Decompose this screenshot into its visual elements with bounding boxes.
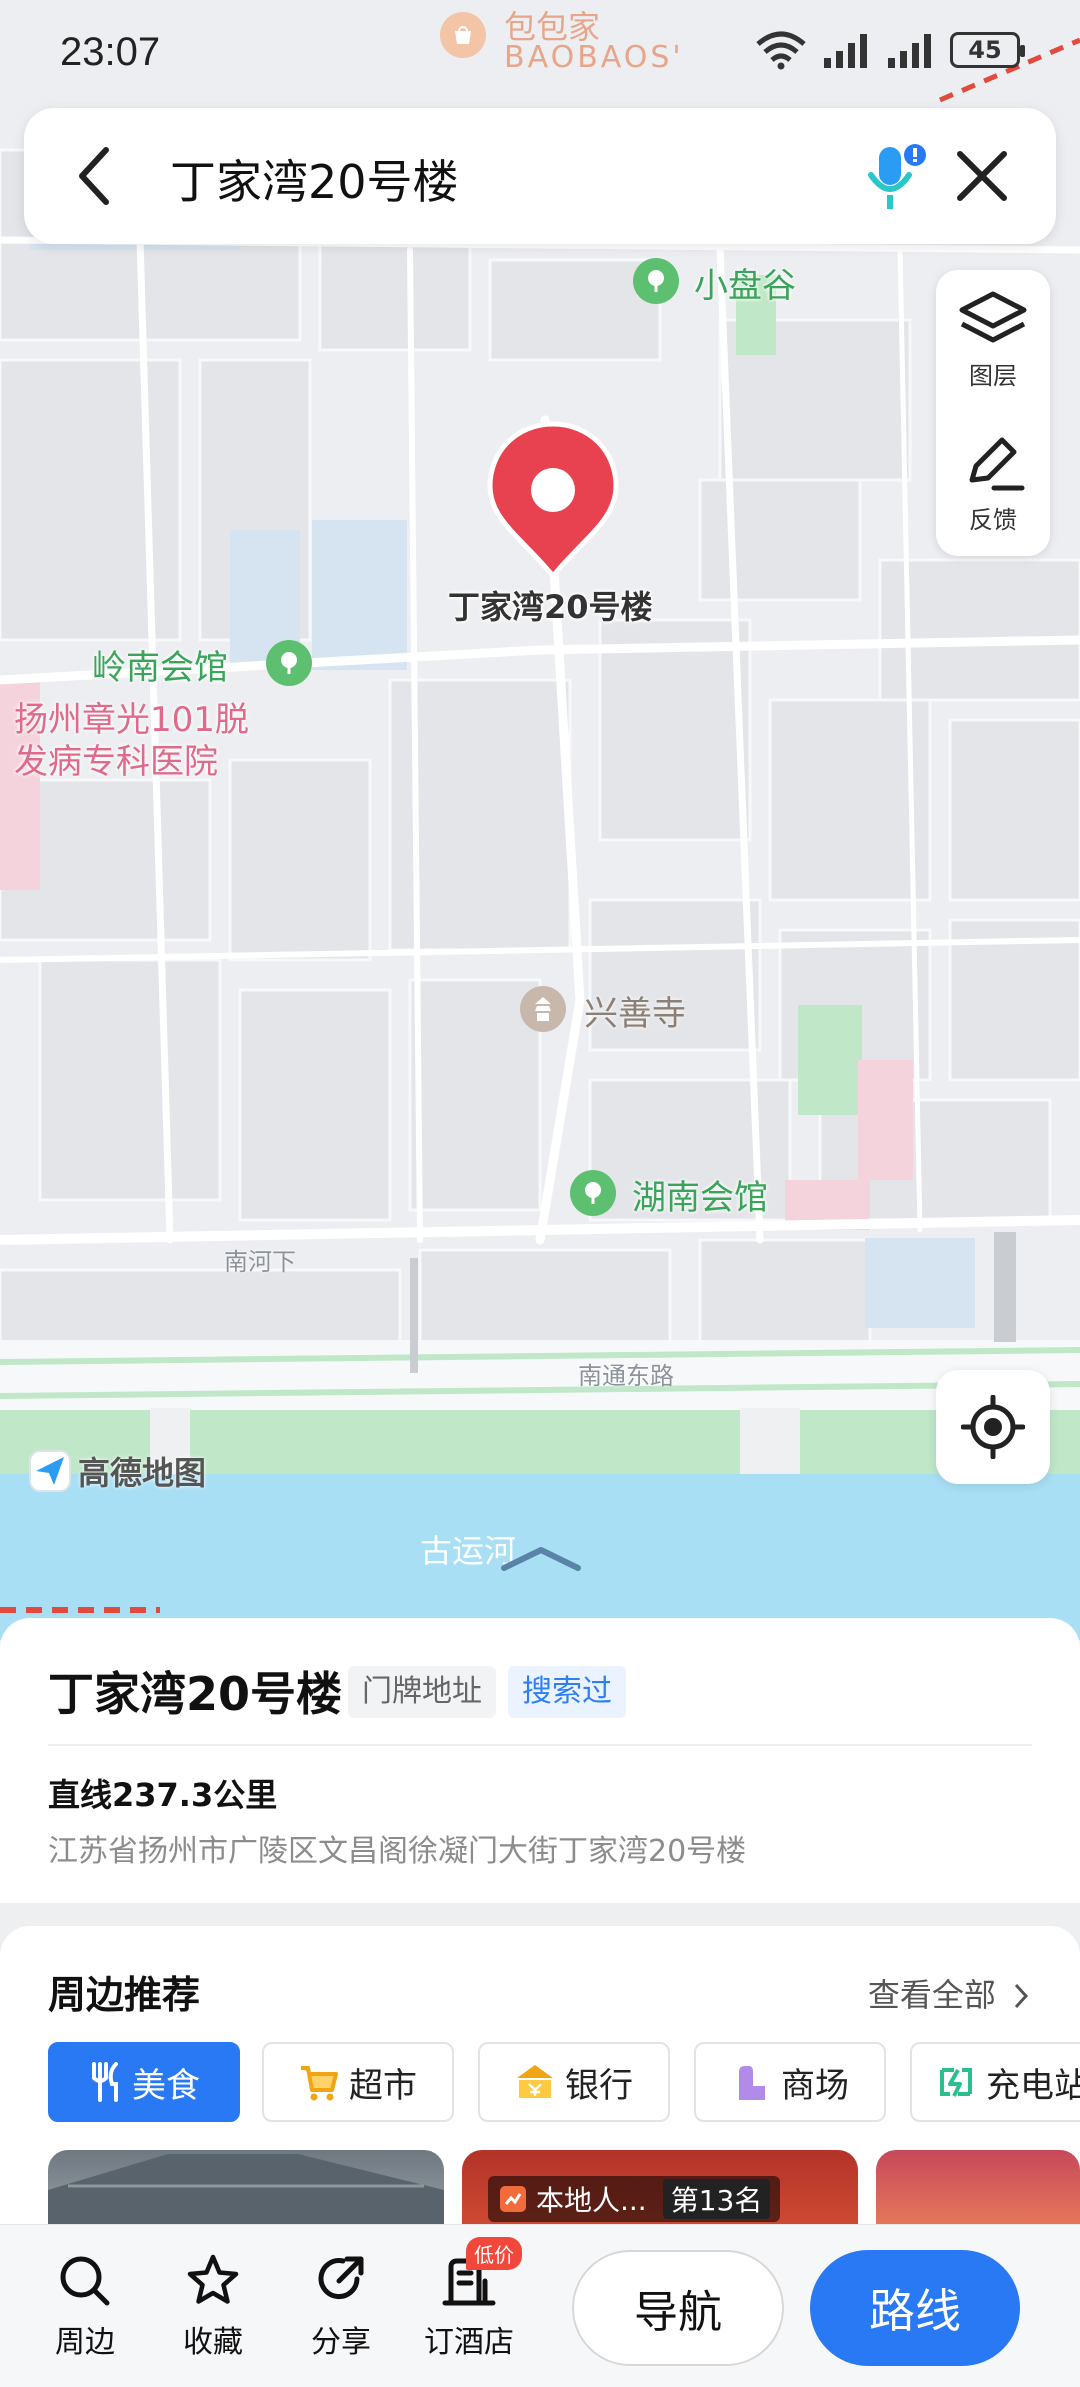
locate-crosshair-icon (961, 1395, 1025, 1459)
shopping-cart-icon (301, 2066, 338, 2101)
clear-search-button[interactable] (948, 142, 1016, 210)
see-all-link[interactable]: 查看全部 (868, 1970, 1030, 2016)
location-pin-icon[interactable] (486, 420, 620, 580)
nearby-label: 周边 (55, 2325, 115, 2360)
close-icon (957, 151, 1007, 201)
star-icon (187, 2254, 239, 2304)
fork-knife-icon (92, 2062, 118, 2102)
park-icon (570, 1170, 616, 1216)
search-icon (60, 2256, 110, 2306)
mall-icon (739, 2066, 765, 2100)
feedback-label: 反馈 (969, 506, 1017, 534)
book-hotel-label: 订酒店 (424, 2325, 514, 2360)
sheet-handle-chevron-icon[interactable] (500, 1546, 582, 1572)
edit-pencil-icon (969, 437, 1025, 491)
charging-icon (940, 2068, 972, 2097)
share-icon (318, 2256, 364, 2300)
chevron-right-icon (1014, 1983, 1029, 2009)
voice-search-button[interactable] (854, 138, 934, 218)
nearby-button[interactable]: 周边 (30, 2253, 140, 2361)
signal-icon (888, 34, 931, 68)
chip-mall[interactable]: 商场 (694, 2042, 886, 2122)
nearby-card[interactable] (876, 2150, 1080, 2230)
map-tools-panel: 图层 反馈 (936, 270, 1050, 556)
chip-charging[interactable]: 充电站 (910, 2042, 1080, 2122)
favorite-label: 收藏 (183, 2325, 243, 2360)
chip-supermarket-label: 超市 (349, 2065, 417, 2106)
battery-indicator: 45 (950, 32, 1025, 68)
route-button[interactable]: 路线 (810, 2250, 1020, 2366)
map-label-lingnan[interactable]: 岭南会馆 (92, 640, 228, 689)
chip-supermarket[interactable]: 超市 (262, 2042, 454, 2122)
favorite-button[interactable]: 收藏 (158, 2253, 268, 2361)
ranking-icon (500, 2186, 526, 2212)
card-image (48, 2154, 444, 2230)
address-text: 江苏省扬州市广陵区文昌阁徐凝门大街丁家湾20号楼 (48, 1834, 747, 1869)
layers-button[interactable]: 图层 (936, 290, 1050, 391)
signal-icon (824, 34, 867, 68)
map-label-xiaopangu[interactable]: 小盘谷 (694, 258, 796, 307)
place-type-tag: 门牌地址 (348, 1666, 496, 1718)
distance-text: 直线237.3公里 (48, 1776, 278, 1814)
wifi-icon (756, 31, 806, 70)
map-base (0, 37, 1080, 1640)
see-all-label: 查看全部 (867, 1976, 996, 2014)
navigate-button[interactable]: 导航 (572, 2250, 784, 2366)
map-label-nanhexia: 南河下 (224, 1248, 296, 1276)
back-arrow-icon (79, 147, 109, 205)
chip-bank-label: 银行 (565, 2065, 633, 2106)
place-detail-sheet[interactable]: 丁家湾20号楼 门牌地址 搜索过 直线237.3公里 江苏省扬州市广陵区文昌阁徐… (0, 1618, 1080, 1903)
nearby-card[interactable] (48, 2150, 444, 2230)
status-time: 23:07 (60, 30, 161, 74)
status-bar: 23:07 45 (0, 0, 1080, 100)
temple-icon (520, 986, 566, 1032)
place-title: 丁家湾20号楼 (48, 1667, 343, 1721)
card-rank-badge: 本地人... 第13名 (488, 2176, 781, 2222)
gaode-logo: 高德地图 (28, 1448, 206, 1494)
map-label-hunan[interactable]: 湖南会馆 (632, 1170, 768, 1219)
chip-mall-label: 商场 (781, 2065, 849, 2106)
divider (48, 1744, 1032, 1746)
card-badge-text: 本地人... (536, 2184, 647, 2217)
nearby-section: 周边推荐 查看全部 美食 超市 银行 商场 充电站 本地人... 第13名 (0, 1926, 1080, 2230)
park-icon (266, 640, 312, 686)
gaode-logo-text: 高德地图 (78, 1454, 207, 1492)
chip-food-label: 美食 (132, 2065, 200, 2106)
microphone-icon (868, 144, 926, 209)
layers-icon (959, 291, 1027, 343)
chip-food[interactable]: 美食 (48, 2042, 240, 2122)
chip-bank[interactable]: 银行 (478, 2042, 670, 2122)
nearby-card[interactable]: 本地人... 第13名 (462, 2150, 858, 2230)
gaode-logo-icon (29, 1450, 71, 1492)
bottom-action-bar: 周边 收藏 分享 订酒店 低价 导航 路线 (0, 2224, 1080, 2387)
search-bar[interactable]: 丁家湾20号楼 (24, 108, 1056, 244)
card-rank-text: 第13名 (662, 2179, 771, 2219)
map-label-hospital-line1[interactable]: 扬州章光101脱 (14, 698, 249, 742)
feedback-button[interactable]: 反馈 (936, 434, 1050, 535)
nearby-title: 周边推荐 (48, 1973, 201, 2017)
share-button[interactable]: 分享 (286, 2253, 396, 2361)
map-label-nantong-road: 南通东路 (578, 1362, 674, 1390)
map-label-xingshan[interactable]: 兴善寺 (584, 986, 686, 1035)
map-label-hospital-line2: 发病专科医院 (14, 742, 218, 782)
bank-icon (517, 2065, 553, 2098)
locate-me-button[interactable] (936, 1370, 1050, 1484)
marker-label: 丁家湾20号楼 (448, 588, 653, 626)
park-icon (633, 258, 679, 304)
share-label: 分享 (311, 2325, 371, 2360)
map-view[interactable]: 包包家 BAOBAOS' 小盘谷 岭南会馆 扬州章光101脱 发病专科医院 兴善… (0, 0, 1080, 1640)
chip-charging-label: 充电站 (986, 2065, 1080, 2106)
layers-label: 图层 (969, 362, 1017, 390)
searched-tag: 搜索过 (508, 1666, 626, 1718)
search-input[interactable]: 丁家湾20号楼 (170, 146, 459, 212)
back-button[interactable] (60, 142, 128, 210)
low-price-badge: 低价 (466, 2237, 522, 2270)
